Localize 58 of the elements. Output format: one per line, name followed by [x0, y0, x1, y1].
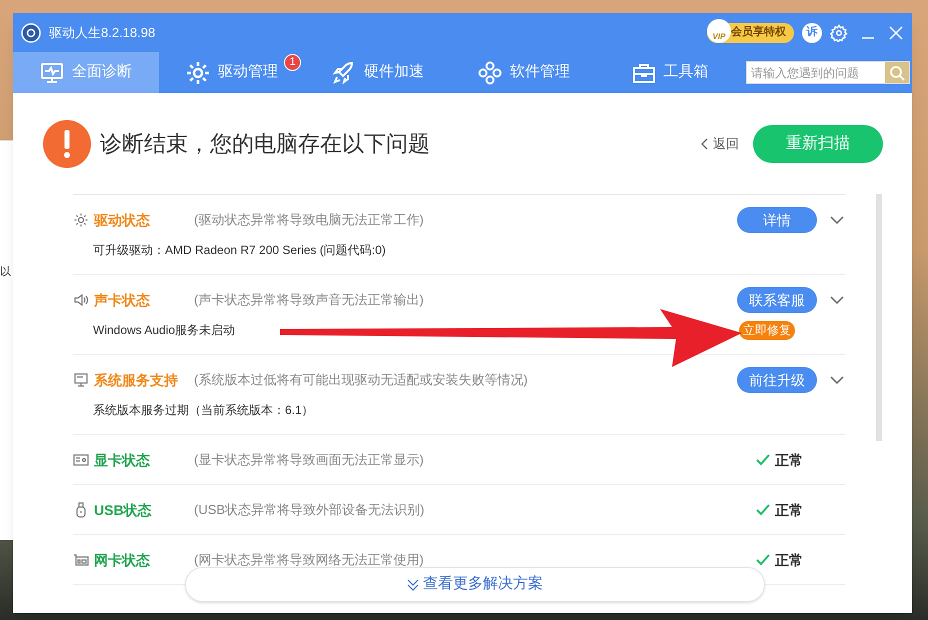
status-title: 驱动状态	[94, 210, 151, 230]
window-title: 驱动人生8.2.18.98	[49, 24, 156, 42]
close-icon[interactable]	[888, 24, 904, 40]
status-ok-text: 正常	[775, 450, 803, 470]
complaint-button[interactable]: 诉	[802, 22, 822, 42]
status-description: (驱动状态异常将导致电脑无法正常工作)	[194, 211, 424, 230]
check-icon	[755, 502, 771, 518]
status-ok-text: 正常	[775, 500, 803, 520]
speaker-icon	[73, 292, 89, 308]
result-heading: 诊断结束，您的电脑存在以下问题	[100, 130, 430, 158]
status-description: (系统版本过低将有可能出现驱动无适配或安装失败等情况)	[194, 371, 528, 390]
status-title: 网卡状态	[94, 550, 151, 570]
check-icon	[755, 452, 771, 468]
action-button[interactable]: 详情	[737, 207, 817, 233]
check-icon	[755, 552, 771, 568]
status-description: (USB状态异常将导致外部设备无法识别)	[194, 501, 424, 520]
scrollbar[interactable]	[876, 194, 882, 441]
status-detail: 可升级驱动：AMD Radeon R7 200 Series (问题代码:0)	[93, 242, 386, 259]
chevron-left-icon	[701, 138, 709, 150]
status-detail: Windows Audio服务未启动	[93, 322, 236, 339]
network-card-icon	[73, 552, 89, 568]
status-title: USB状态	[94, 500, 153, 520]
background-window-text: 以	[0, 266, 12, 279]
back-link[interactable]: 返回	[701, 134, 739, 154]
status-description: (网卡状态异常将导致网络无法正常使用)	[194, 551, 424, 570]
fix-button[interactable]: 立即修复	[739, 320, 795, 340]
nav-tab[interactable]: 软件管理	[451, 52, 597, 93]
settings-icon[interactable]	[830, 24, 848, 42]
graphics-card-icon	[73, 452, 89, 468]
rescan-button[interactable]: 重新扫描	[753, 124, 883, 162]
double-chevron-icon	[407, 578, 419, 590]
status-title: 声卡状态	[94, 290, 151, 310]
monitor-icon	[73, 372, 89, 388]
warning-icon	[43, 120, 91, 168]
chevron-down-icon[interactable]	[829, 294, 845, 306]
status-title: 显卡状态	[94, 450, 151, 470]
action-button[interactable]: 联系客服	[737, 287, 817, 313]
nav-tab[interactable]: 驱动管理 1	[159, 52, 305, 93]
status-description: (显卡状态异常将导致画面无法正常显示)	[194, 451, 424, 470]
show-more-button[interactable]: 查看更多解决方案	[185, 567, 765, 602]
nav-tab[interactable]: 工具箱	[597, 52, 743, 93]
rocket-icon	[332, 60, 356, 84]
search-icon[interactable]	[885, 62, 909, 83]
status-description: (声卡状态异常将导致声音无法正常输出)	[194, 291, 424, 310]
search-field[interactable]: 请输入您遇到的问题	[746, 61, 910, 84]
chevron-down-icon[interactable]	[829, 214, 845, 226]
status-title: 系统服务支持	[94, 370, 179, 390]
status-ok-text: 正常	[775, 550, 803, 570]
nav-tab[interactable]: 硬件加速	[305, 52, 451, 93]
status-detail: 系统版本服务过期（当前系统版本：6.1）	[93, 402, 314, 419]
flower-icon	[478, 60, 502, 84]
vip-badge: VIP	[707, 18, 731, 42]
notification-badge: 1	[284, 54, 301, 71]
monitor-icon	[40, 60, 64, 84]
action-button[interactable]: 前往升级	[737, 367, 817, 393]
app-logo-icon	[21, 22, 41, 42]
nav-tab[interactable]: 全面诊断	[13, 52, 159, 93]
chevron-down-icon[interactable]	[829, 374, 845, 386]
